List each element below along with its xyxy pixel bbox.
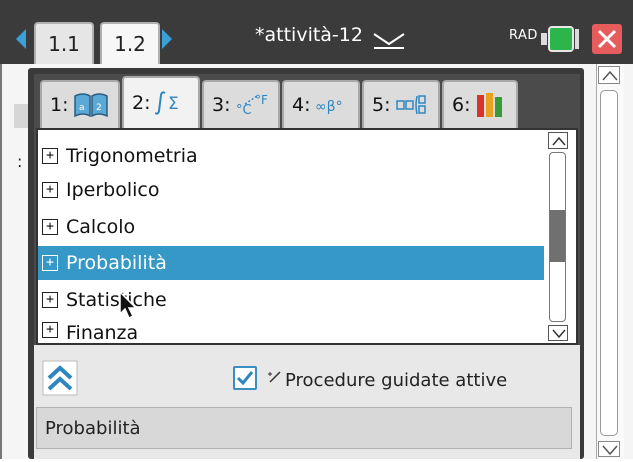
list-item-statistiche[interactable]: + Statistiche	[38, 283, 544, 317]
list-item-label: Probabilità	[66, 252, 167, 274]
svg-text:Σ: Σ	[168, 94, 179, 114]
svg-text:°C: °C	[236, 103, 252, 118]
expand-icon[interactable]: +	[42, 255, 58, 271]
wand-icon	[268, 371, 281, 383]
list-item-label: Statistiche	[66, 289, 167, 311]
list-scroll-up-button[interactable]	[548, 132, 568, 149]
svg-text:2: 2	[96, 103, 102, 113]
collapse-icon[interactable]	[42, 360, 78, 396]
catalog-tab-3[interactable]: 3: °C °F	[202, 80, 280, 128]
previous-page-arrow-icon[interactable]	[16, 29, 26, 49]
background-text: :	[17, 152, 23, 171]
list-item-calcolo[interactable]: + Calcolo	[38, 210, 544, 244]
integral-sigma-icon: Σ	[154, 91, 179, 115]
svg-text:a: a	[79, 103, 85, 113]
list-item-label: Calcolo	[66, 216, 136, 238]
tab-1-1[interactable]: 1.1	[34, 22, 94, 64]
unit-conversion-icon: °C °F	[236, 93, 268, 118]
catalog-tab-2[interactable]: 2: Σ	[122, 76, 200, 128]
templates-icon	[395, 95, 426, 115]
library-icon	[476, 93, 502, 117]
list-scrollbar-thumb[interactable]	[550, 210, 565, 262]
scroll-up-button[interactable]	[598, 66, 620, 84]
expand-icon[interactable]: +	[42, 322, 58, 338]
chevron-down-icon[interactable]	[372, 28, 406, 50]
angle-mode-indicator: RAD	[509, 28, 538, 43]
catalog-tab-label: 5:	[372, 94, 391, 116]
document-title[interactable]: *attività-12	[255, 24, 363, 46]
catalog-tab-label: 6:	[452, 94, 471, 116]
catalog-tab-label: 3:	[212, 94, 231, 116]
catalog-tab-6[interactable]: 6:	[442, 80, 518, 128]
book-icon: a 2	[73, 93, 108, 118]
battery-icon	[541, 26, 579, 52]
list-scroll-down-button[interactable]	[548, 325, 568, 341]
mouse-pointer-icon	[119, 290, 138, 320]
scrollbar-track[interactable]	[600, 90, 618, 436]
list-item-label: Iperbolico	[66, 179, 160, 201]
expand-icon[interactable]: +	[42, 148, 58, 164]
scroll-down-button[interactable]	[598, 441, 620, 457]
list-item-iperbolico[interactable]: + Iperbolico	[38, 173, 544, 207]
expand-icon[interactable]: +	[42, 219, 58, 235]
next-page-arrow-icon[interactable]	[162, 29, 172, 49]
catalog-tab-label: 1:	[50, 94, 69, 116]
catalog-tab-4[interactable]: 4: ∞β°	[282, 80, 360, 128]
svg-text:°F: °F	[255, 93, 268, 107]
list-item-label: Trigonometria	[66, 145, 198, 167]
catalog-tab-5[interactable]: 5:	[362, 80, 440, 128]
expand-icon[interactable]: +	[42, 292, 58, 308]
symbols-icon: ∞β°	[315, 99, 343, 115]
svg-text:∞β°: ∞β°	[315, 99, 343, 115]
guided-procedures-label: Procedure guidate attive	[285, 370, 508, 391]
guided-procedures-checkbox[interactable]	[233, 366, 257, 390]
tab-label: 1.1	[48, 32, 80, 56]
catalog-tab-label: 2:	[132, 92, 151, 114]
close-icon[interactable]	[592, 24, 622, 54]
tab-1-2[interactable]: 1.2	[100, 22, 160, 64]
catalog-tab-label: 4:	[292, 94, 311, 116]
tab-label: 1.2	[114, 32, 146, 56]
list-item-probabilita[interactable]: + Probabilità	[38, 246, 544, 280]
list-item-trigonometria[interactable]: + Trigonometria	[38, 139, 544, 173]
list-item-finanza[interactable]: + Finanza	[38, 318, 544, 344]
description-box: Probabilità	[36, 407, 572, 449]
list-item-label: Finanza	[66, 322, 139, 344]
catalog-tab-1[interactable]: 1: a 2	[40, 80, 120, 128]
expand-icon[interactable]: +	[42, 182, 58, 198]
